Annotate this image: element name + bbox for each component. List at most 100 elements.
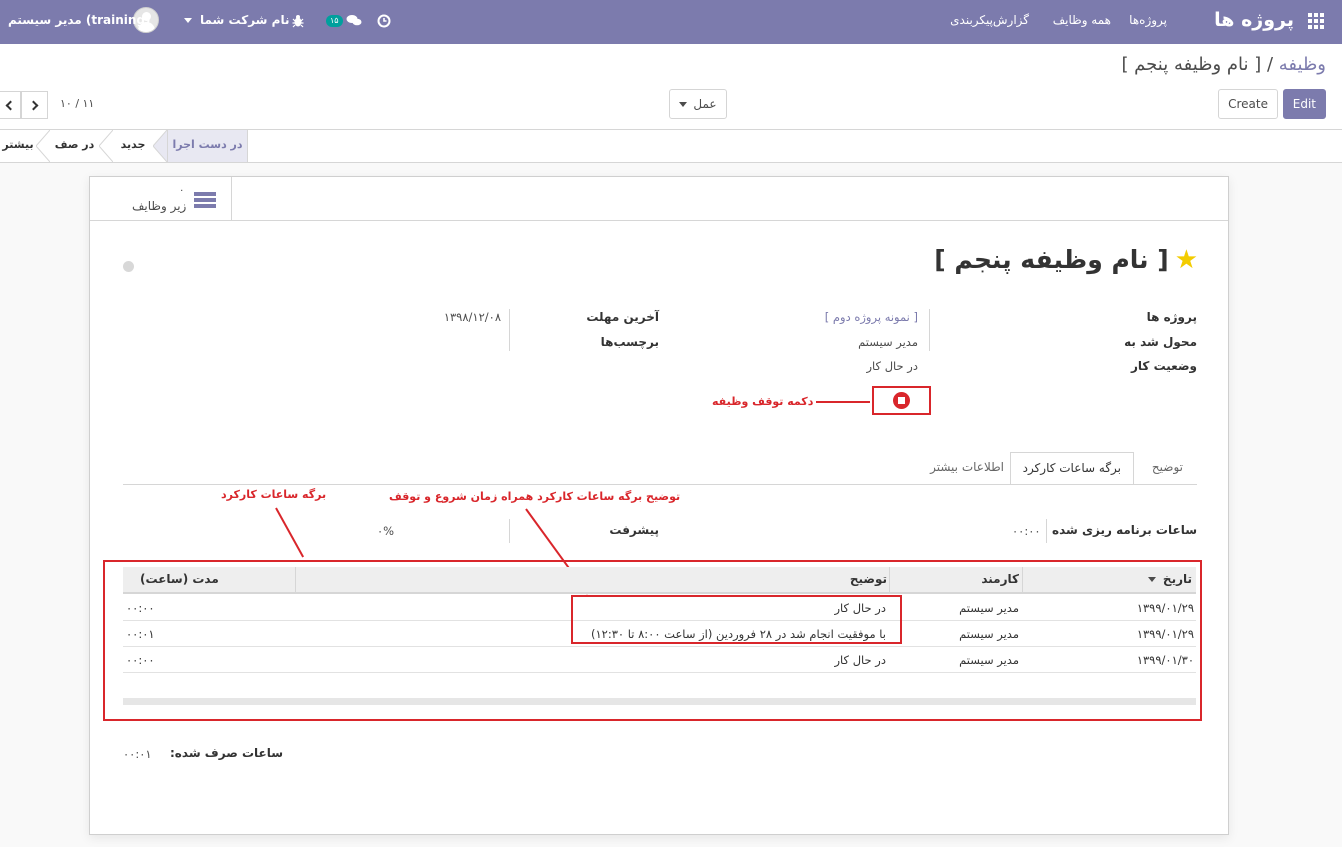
stage-queued[interactable]: در صف	[50, 130, 99, 162]
stage-statusbar: در دست اجرا جدید در صف بیشتر	[0, 130, 1342, 163]
messages-count-badge: ۱۵	[326, 14, 343, 27]
debug-bug-icon[interactable]	[291, 0, 305, 44]
annotation-arrow	[275, 507, 305, 558]
row-1-employee[interactable]: مدیر سیستم	[959, 601, 1019, 615]
pager-next-button[interactable]	[21, 91, 48, 119]
breadcrumb: وظیفه / [ نام وظیفه پنجم ]	[1121, 54, 1326, 75]
progress-label: پیشرفت	[609, 523, 659, 537]
spent-hours-label: ساعات صرف شده:	[170, 746, 284, 760]
tags-label: برچسب‌ها	[600, 335, 659, 349]
row-3-date[interactable]: ۱۳۹۹/۰۱/۳۰	[1137, 653, 1194, 667]
task-title-row: ★[ نام وظیفه پنجم ]	[934, 245, 1198, 275]
row-2-duration[interactable]: ۰۰:۰۱	[126, 627, 155, 641]
row-1-duration[interactable]: ۰۰:۰۰	[126, 601, 155, 615]
deadline-field[interactable]: ۱۳۹۸/۱۲/۰۸	[444, 310, 501, 324]
action-dropdown[interactable]: عمل	[669, 89, 727, 119]
star-icon[interactable]: ★	[1175, 245, 1198, 275]
subtasks-count: ۰	[179, 185, 185, 196]
description-highlight	[571, 595, 902, 644]
task-title: [ نام وظیفه پنجم ]	[934, 245, 1169, 274]
assigned-field[interactable]: مدیر سیستم	[858, 335, 918, 349]
annotation-description: توضیح برگه ساعات کارکرد همراه زمان شروع …	[389, 490, 681, 503]
breadcrumb-current: [ نام وظیفه پنجم ]	[1121, 54, 1262, 75]
company-switcher[interactable]: نام شرکت شما	[184, 0, 289, 44]
menu-all-tasks[interactable]: همه وظایف	[1053, 0, 1111, 44]
chevron-down-icon	[679, 102, 688, 107]
button-box: ۰ زیر وظایف	[90, 177, 1228, 221]
stage-new[interactable]: جدید	[112, 130, 154, 162]
planned-hours-label: ساعات برنامه ریزی شده	[1052, 523, 1197, 537]
project-label: پروژه ها	[1146, 310, 1197, 324]
field-divider	[1046, 519, 1047, 543]
edit-button[interactable]: Edit	[1282, 89, 1326, 119]
create-button[interactable]: Create	[1218, 89, 1278, 119]
column-date-header[interactable]: تاریخ	[1147, 567, 1192, 592]
kanban-state-dot[interactable]	[123, 261, 134, 272]
progress-field: ۰%	[377, 524, 395, 538]
tab-timesheet[interactable]: برگه ساعات کارکرد	[1009, 452, 1134, 485]
annotation-arrow	[816, 401, 870, 403]
breadcrumb-parent-link[interactable]: وظیفه	[1279, 54, 1326, 75]
tasks-list-icon	[194, 192, 216, 209]
annotation-stop-button: دکمه توقف وظیفه	[712, 395, 814, 408]
column-employee-header[interactable]: کارمند	[981, 567, 1019, 592]
field-divider	[509, 519, 510, 543]
menu-configuration[interactable]: پیکربندی	[950, 0, 993, 44]
tabs-underline	[123, 484, 1197, 486]
column-description-header[interactable]: توضیح	[850, 567, 887, 592]
row-3-duration[interactable]: ۰۰:۰۰	[126, 653, 155, 667]
app-brand[interactable]: پروژه ها	[1214, 0, 1294, 44]
timesheet-table-header: تاریخ کارمند توضیح مدت (ساعت)	[123, 567, 1196, 594]
row-2-date[interactable]: ۱۳۹۹/۰۱/۲۹	[1137, 627, 1194, 641]
row-2-employee[interactable]: مدیر سیستم	[959, 627, 1019, 641]
column-date-label: تاریخ	[1162, 572, 1192, 586]
control-panel: وظیفه / [ نام وظیفه پنجم ] Edit Create ع…	[0, 44, 1342, 130]
menu-projects[interactable]: پروژه‌ها	[1129, 0, 1167, 44]
menu-reporting[interactable]: گزارش	[993, 0, 1029, 44]
row-3-employee[interactable]: مدیر سیستم	[959, 653, 1019, 667]
table-row-divider	[123, 646, 1196, 647]
pager-previous-button[interactable]	[0, 91, 21, 119]
apps-menu-icon[interactable]	[1308, 13, 1324, 29]
action-label: عمل	[693, 97, 717, 111]
stage-separator	[99, 130, 113, 162]
stage-in-progress[interactable]: در دست اجرا	[167, 130, 248, 162]
annotation-timesheet: برگه ساعات کارکرد	[221, 488, 327, 501]
stage-more-dropdown[interactable]: بیشتر	[0, 130, 36, 162]
chat-icon	[346, 15, 362, 26]
chevron-left-icon	[5, 100, 16, 110]
row-1-date[interactable]: ۱۳۹۹/۰۱/۲۹	[1137, 601, 1194, 615]
status-label: وضعیت کار	[1131, 359, 1197, 373]
field-divider	[509, 309, 510, 351]
project-field[interactable]: [ نمونه پروژه دوم ]	[825, 310, 918, 324]
row-3-description[interactable]: در حال کار	[835, 653, 887, 667]
stop-icon[interactable]	[893, 392, 910, 409]
subtasks-label: زیر وظایف	[132, 199, 187, 213]
form-sheet: ۰ زیر وظایف ★[ نام وظیفه پنجم ] پروژه ها…	[89, 176, 1229, 835]
tab-extra-info[interactable]: اطلاعات بیشتر	[918, 452, 1016, 485]
chevron-down-icon	[184, 18, 192, 23]
messages-button[interactable]: ۱۵	[326, 0, 362, 44]
stop-button-highlight	[872, 386, 931, 415]
deadline-label: آخرین مهلت	[586, 310, 659, 324]
sort-caret-icon	[1147, 577, 1156, 582]
table-row-divider	[123, 672, 1196, 673]
field-divider	[929, 309, 930, 351]
stage-separator	[153, 130, 167, 162]
table-footer	[123, 698, 1196, 705]
user-menu[interactable]: مدیر سیستم (training)	[8, 0, 151, 44]
tab-description[interactable]: توضیح	[1140, 452, 1195, 485]
status-field[interactable]: در حال کار	[867, 359, 919, 373]
column-duration-header[interactable]: مدت (ساعت)	[140, 567, 219, 592]
stage-separator	[36, 130, 50, 162]
company-name: نام شرکت شما	[200, 13, 290, 27]
breadcrumb-separator: /	[1261, 54, 1279, 75]
assigned-label: محول شد به	[1124, 335, 1197, 349]
subtasks-smart-button[interactable]: ۰ زیر وظایف	[90, 177, 232, 221]
planned-hours-field[interactable]: ۰۰:۰۰	[1012, 524, 1041, 538]
spent-hours-value: ۰۰:۰۱	[123, 747, 152, 761]
clock-icon[interactable]	[377, 0, 391, 44]
chevron-right-icon	[28, 100, 38, 110]
pager-value[interactable]: ۱۰ / ۱۱	[60, 97, 94, 110]
top-navbar: پروژه ها پروژه‌ها همه وظایف گزارش پیکربن…	[0, 0, 1342, 44]
